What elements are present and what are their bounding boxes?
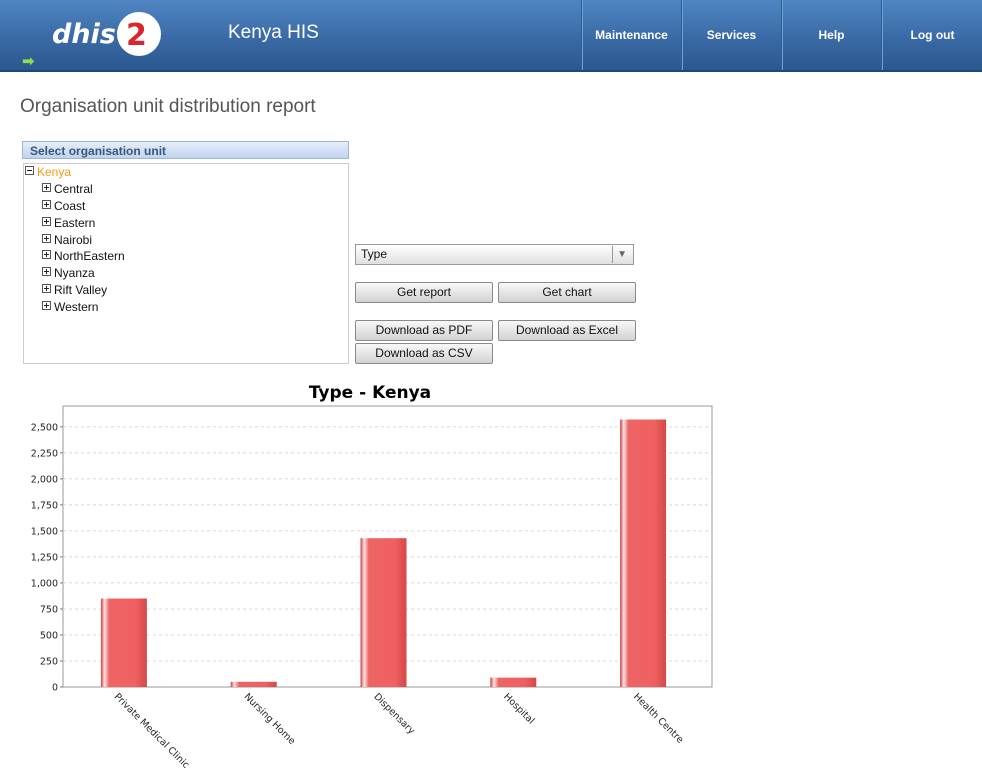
tree-node-label[interactable]: Rift Valley (54, 283, 107, 297)
groupset-select-value: Type (361, 247, 388, 261)
tree-node-coast[interactable]: Coast (42, 198, 85, 214)
tree-node-nyanza[interactable]: Nyanza (42, 265, 95, 281)
y-tick-label: 250 (40, 656, 58, 667)
menu-services[interactable]: Services (681, 0, 781, 70)
tree-node-label[interactable]: Eastern (54, 216, 95, 230)
menu-log-out[interactable]: Log out (881, 0, 982, 70)
tree-node-label[interactable]: Coast (54, 199, 85, 213)
tree-node-northeastern[interactable]: NorthEastern (42, 248, 125, 264)
get-report-button[interactable]: Get report (355, 282, 493, 303)
bar-hospital (490, 677, 537, 687)
tree-node-label[interactable]: Nairobi (54, 233, 92, 247)
distribution-chart: Type - Kenya 0 250 500 750 1,000 1,250 1,500 1,… (31, 383, 713, 771)
y-tick-label: 2,250 (31, 448, 58, 459)
x-tick-label: Hospital (501, 691, 536, 726)
y-tick-label: 750 (40, 604, 58, 615)
tree-node-western[interactable]: Western (42, 299, 98, 315)
tree-node-label[interactable]: Western (54, 300, 98, 314)
download-excel-button[interactable]: Download as Excel (498, 320, 636, 341)
y-tick-label: 1,750 (31, 500, 58, 511)
x-tick-label: Health Centre (631, 691, 686, 746)
y-tick-label: 0 (52, 683, 58, 694)
download-pdf-button[interactable]: Download as PDF (355, 320, 493, 341)
y-axis: 0 250 500 750 1,000 1,250 1,500 1,750 2,000 2,250… (31, 422, 63, 694)
tree-node-label[interactable]: NorthEastern (54, 249, 125, 263)
y-tick-label: 1,000 (31, 578, 58, 589)
expand-icon[interactable] (42, 183, 51, 192)
download-csv-button[interactable]: Download as CSV (355, 343, 493, 364)
tree-node-kenya[interactable]: Kenya (25, 164, 71, 180)
y-tick-label: 500 (40, 630, 58, 641)
bar-dispensary (360, 538, 407, 687)
org-unit-tree: Kenya Central Coast Eastern Nairobi Nort… (23, 163, 349, 364)
tree-header: Select organisation unit (22, 141, 349, 159)
groupset-select[interactable]: Type ▼ (355, 244, 634, 265)
expand-icon[interactable] (42, 250, 51, 259)
page-title: Organisation unit distribution report (20, 96, 316, 117)
chevron-down-icon[interactable]: ▼ (612, 246, 627, 263)
expand-icon[interactable] (42, 217, 51, 226)
x-tick-label: Nursing Home (242, 691, 298, 747)
chart-title: Type - Kenya (309, 383, 431, 403)
menu-maintenance[interactable]: Maintenance (581, 0, 681, 70)
tree-node-rift-valley[interactable]: Rift Valley (42, 282, 107, 298)
dhis2-logo[interactable]: dhis 2 (52, 12, 164, 58)
bar-health-centre (620, 419, 667, 687)
bar-nursing-home (230, 681, 277, 687)
y-tick-label: 2,000 (31, 474, 58, 485)
expand-icon[interactable] (42, 267, 51, 276)
x-tick-label: Dispensary (371, 691, 417, 737)
x-tick-label: Private Medical Clinic (112, 691, 191, 770)
tree-node-central[interactable]: Central (42, 181, 93, 197)
header-bar: dhis 2 ➡ Kenya HIS Maintenance Services … (0, 0, 982, 72)
tree-node-eastern[interactable]: Eastern (42, 215, 95, 231)
expand-icon[interactable] (42, 301, 51, 310)
y-tick-label: 2,500 (31, 422, 58, 433)
expand-icon[interactable] (42, 200, 51, 209)
app-title: Kenya HIS (228, 22, 319, 43)
tree-node-label[interactable]: Central (54, 182, 93, 196)
svg-text:2: 2 (126, 18, 147, 53)
tree-node-label[interactable]: Kenya (37, 165, 71, 179)
y-tick-label: 1,500 (31, 526, 58, 537)
menu-help[interactable]: Help (781, 0, 881, 70)
tree-node-label[interactable]: Nyanza (54, 266, 95, 280)
expand-icon[interactable] (42, 284, 51, 293)
svg-text:dhis: dhis (52, 19, 116, 50)
expand-icon[interactable] (42, 234, 51, 243)
get-chart-button[interactable]: Get chart (498, 282, 636, 303)
tree-node-nairobi[interactable]: Nairobi (42, 232, 92, 248)
green-arrow-icon[interactable]: ➡ (22, 53, 35, 69)
bar-private-medical-clinic (100, 598, 147, 687)
x-axis: Private Medical Clinic Nursing Home Dispen… (112, 691, 686, 770)
collapse-icon[interactable] (25, 166, 34, 175)
y-tick-label: 1,250 (31, 552, 58, 563)
